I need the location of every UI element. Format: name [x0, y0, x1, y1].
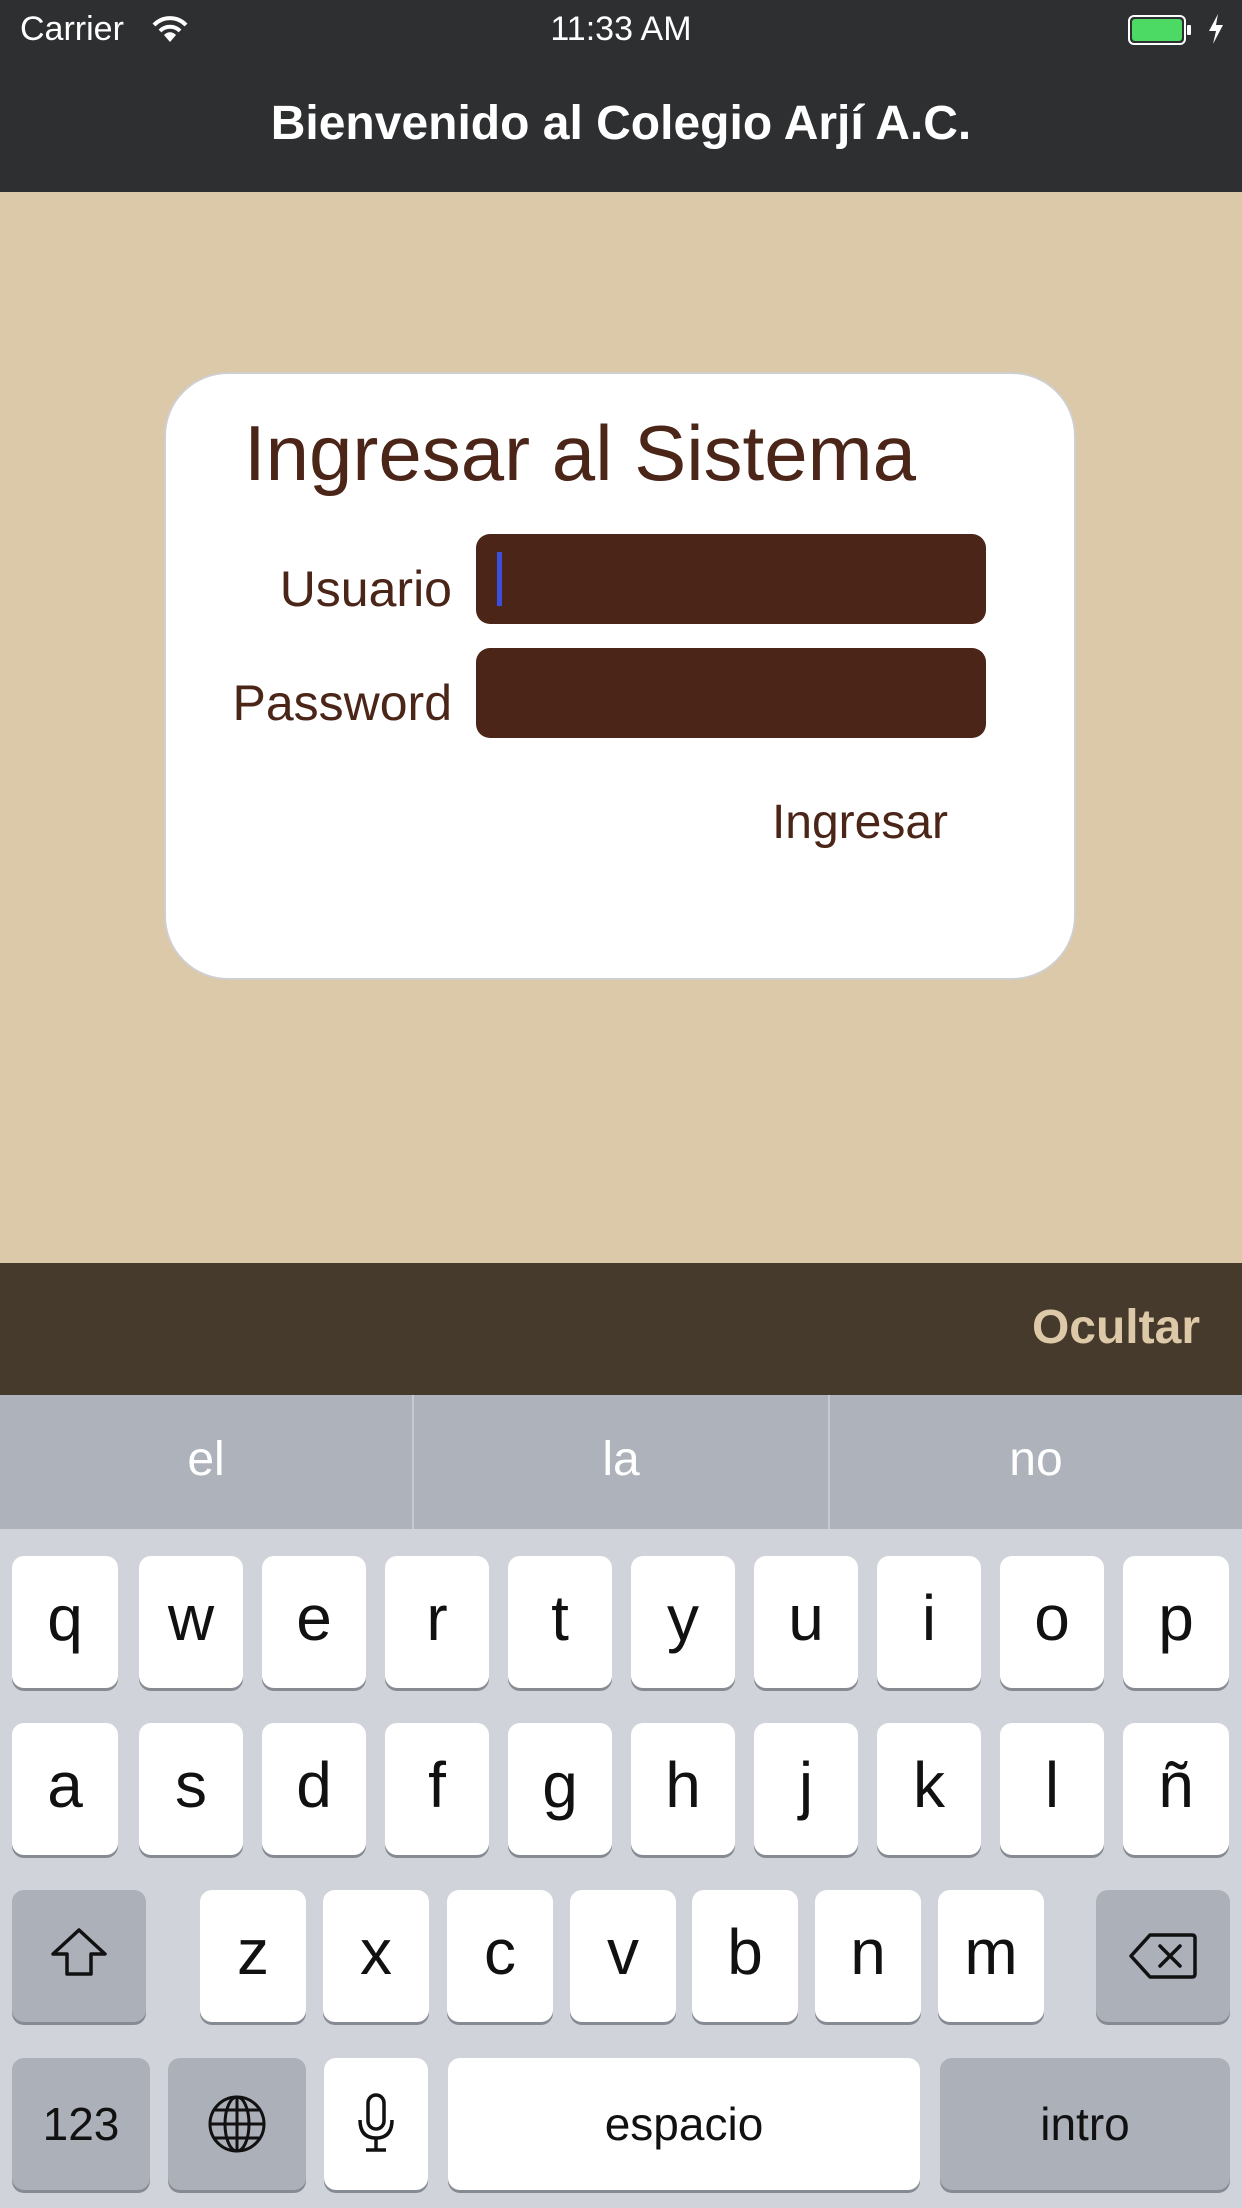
key-r[interactable]: r [385, 1556, 489, 1688]
key-g[interactable]: g [508, 1723, 612, 1855]
numbers-key[interactable]: 123 [12, 2058, 150, 2190]
key-v[interactable]: v [570, 1890, 676, 2022]
login-title: Ingresar al Sistema [244, 409, 916, 497]
key-t[interactable]: t [508, 1556, 612, 1688]
key-u[interactable]: u [754, 1556, 858, 1688]
key-j[interactable]: j [754, 1723, 858, 1855]
key-l[interactable]: l [1000, 1723, 1104, 1855]
key-m[interactable]: m [938, 1890, 1044, 2022]
key-d[interactable]: d [262, 1723, 366, 1855]
backspace-icon [1129, 1933, 1197, 1979]
space-key[interactable]: espacio [448, 2058, 920, 2190]
key-c[interactable]: c [447, 1890, 553, 2022]
page-title: Bienvenido al Colegio Arjí A.C. [270, 97, 972, 150]
key-e[interactable]: e [262, 1556, 366, 1688]
suggestion-item[interactable]: no [830, 1395, 1242, 1529]
username-label: Usuario [279, 561, 452, 617]
key-y[interactable]: y [631, 1556, 735, 1688]
password-field[interactable] [476, 648, 986, 738]
microphone-icon [358, 2093, 394, 2152]
login-button[interactable]: Ingresar [740, 788, 980, 858]
key-w[interactable]: w [139, 1556, 243, 1688]
key-h[interactable]: h [631, 1723, 735, 1855]
key-n[interactable]: n [815, 1890, 921, 2022]
shift-icon [51, 1928, 107, 1976]
suggestion-item[interactable]: el [0, 1395, 412, 1529]
key-i[interactable]: i [877, 1556, 981, 1688]
globe-key[interactable] [168, 2058, 306, 2190]
charging-bolt-icon [1206, 12, 1226, 46]
key-q[interactable]: q [12, 1556, 118, 1688]
key-b[interactable]: b [692, 1890, 798, 2022]
key-a[interactable]: a [12, 1723, 118, 1855]
battery-icon [1128, 15, 1192, 45]
hide-keyboard-button[interactable]: Ocultar [980, 1300, 1200, 1360]
key-p[interactable]: p [1123, 1556, 1229, 1688]
microphone-key[interactable] [324, 2058, 428, 2190]
key-f[interactable]: f [385, 1723, 489, 1855]
key-enye[interactable]: ñ [1123, 1723, 1229, 1855]
return-key[interactable]: intro [940, 2058, 1230, 2190]
key-o[interactable]: o [1000, 1556, 1104, 1688]
status-time: 11:33 AM [550, 10, 692, 48]
shift-key[interactable] [12, 1890, 146, 2022]
globe-icon [208, 2095, 266, 2153]
username-field[interactable] [476, 534, 986, 624]
key-s[interactable]: s [139, 1723, 243, 1855]
suggestion-item[interactable]: la [414, 1395, 828, 1529]
key-z[interactable]: z [200, 1890, 306, 2022]
delete-key[interactable] [1096, 1890, 1230, 2022]
text-cursor [497, 552, 502, 606]
password-label: Password [232, 675, 452, 731]
key-k[interactable]: k [877, 1723, 981, 1855]
key-x[interactable]: x [323, 1890, 429, 2022]
